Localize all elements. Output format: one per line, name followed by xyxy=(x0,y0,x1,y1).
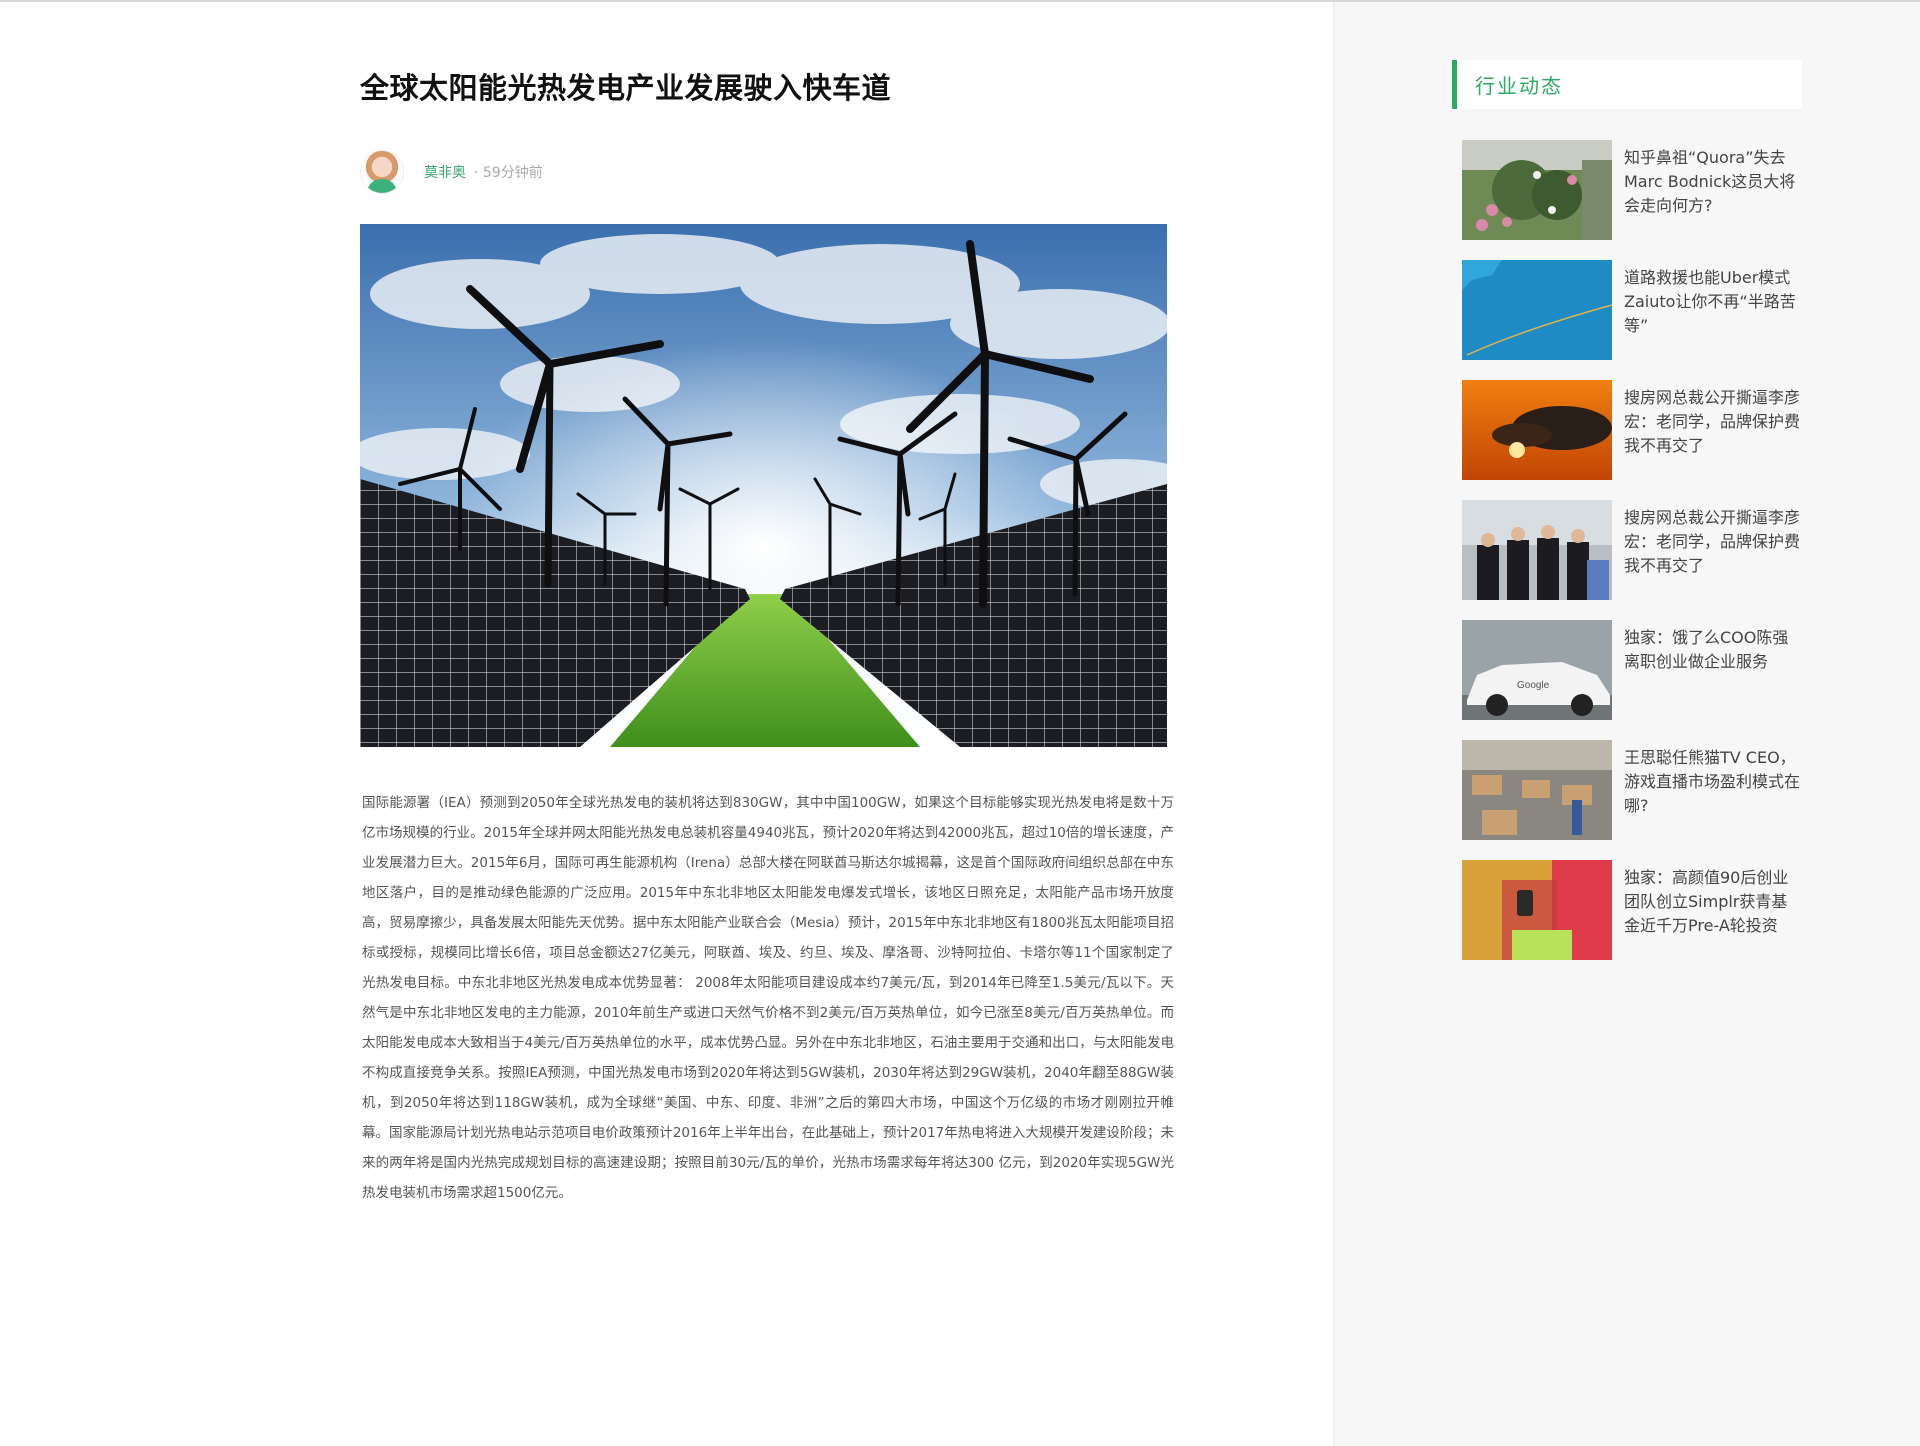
news-title[interactable]: 独家：饿了么COO陈强离职创业做企业服务 xyxy=(1624,620,1800,720)
list-item[interactable]: Google 独家：饿了么COO陈强离职创业做企业服务 xyxy=(1462,620,1802,720)
thumbnail-shopping[interactable] xyxy=(1462,860,1612,960)
thumbnail-map-blue[interactable] xyxy=(1462,260,1612,360)
list-item[interactable]: 道路救援也能Uber模式 Zaiuto让你不再“半路苦等” xyxy=(1462,260,1802,360)
news-title[interactable]: 搜房网总裁公开撕逼李彦宏：老同学，品牌保护费我不再交了 xyxy=(1624,500,1800,600)
avatar[interactable] xyxy=(360,150,404,194)
list-item[interactable]: 知乎鼻祖“Quora”失去Marc Bodnick这员大将会走向何方? xyxy=(1462,140,1802,240)
section-title: 行业动态 xyxy=(1475,74,1563,98)
article-title: 全球太阳能光热发电产业发展驶入快车道 xyxy=(360,71,892,105)
thumbnail-google-car[interactable]: Google xyxy=(1462,620,1612,720)
thumbnail-warehouse[interactable] xyxy=(1462,740,1612,840)
author-name[interactable]: 莫非奥 xyxy=(424,162,466,182)
publish-time: · 59分钟前 xyxy=(474,165,543,181)
news-title[interactable]: 道路救援也能Uber模式 Zaiuto让你不再“半路苦等” xyxy=(1624,260,1800,360)
news-list: 知乎鼻祖“Quora”失去Marc Bodnick这员大将会走向何方? 道路救援… xyxy=(1462,140,1802,980)
list-item[interactable]: 搜房网总裁公开撕逼李彦宏：老同学，品牌保护费我不再交了 xyxy=(1462,380,1802,480)
thumbnail-sunset[interactable] xyxy=(1462,380,1612,480)
hero-image xyxy=(360,224,1167,747)
svg-text:Google: Google xyxy=(1517,680,1550,691)
article-body: 国际能源署（IEA）预测到2050年全球光热发电的装机将达到830GW，其中中国… xyxy=(362,795,1174,1201)
list-item[interactable]: 王思聪任熊猫TV CEO，游戏直播市场盈利模式在哪? xyxy=(1462,740,1802,840)
news-title[interactable]: 王思聪任熊猫TV CEO，游戏直播市场盈利模式在哪? xyxy=(1624,740,1800,840)
sidebar-section-header: 行业动态 xyxy=(1452,60,1802,109)
thumbnail-group-photo[interactable] xyxy=(1462,500,1612,600)
thumbnail-flowers[interactable] xyxy=(1462,140,1612,240)
list-item[interactable]: 搜房网总裁公开撕逼李彦宏：老同学，品牌保护费我不再交了 xyxy=(1462,500,1802,600)
author-row: 莫非奥 · 59分钟前 xyxy=(360,150,760,194)
news-title[interactable]: 独家：高颜值90后创业团队创立Simplr获青基金近千万Pre-A轮投资 xyxy=(1624,860,1800,960)
list-item[interactable]: 独家：高颜值90后创业团队创立Simplr获青基金近千万Pre-A轮投资 xyxy=(1462,860,1802,960)
news-title[interactable]: 知乎鼻祖“Quora”失去Marc Bodnick这员大将会走向何方? xyxy=(1624,140,1800,240)
news-title[interactable]: 搜房网总裁公开撕逼李彦宏：老同学，品牌保护费我不再交了 xyxy=(1624,380,1800,480)
